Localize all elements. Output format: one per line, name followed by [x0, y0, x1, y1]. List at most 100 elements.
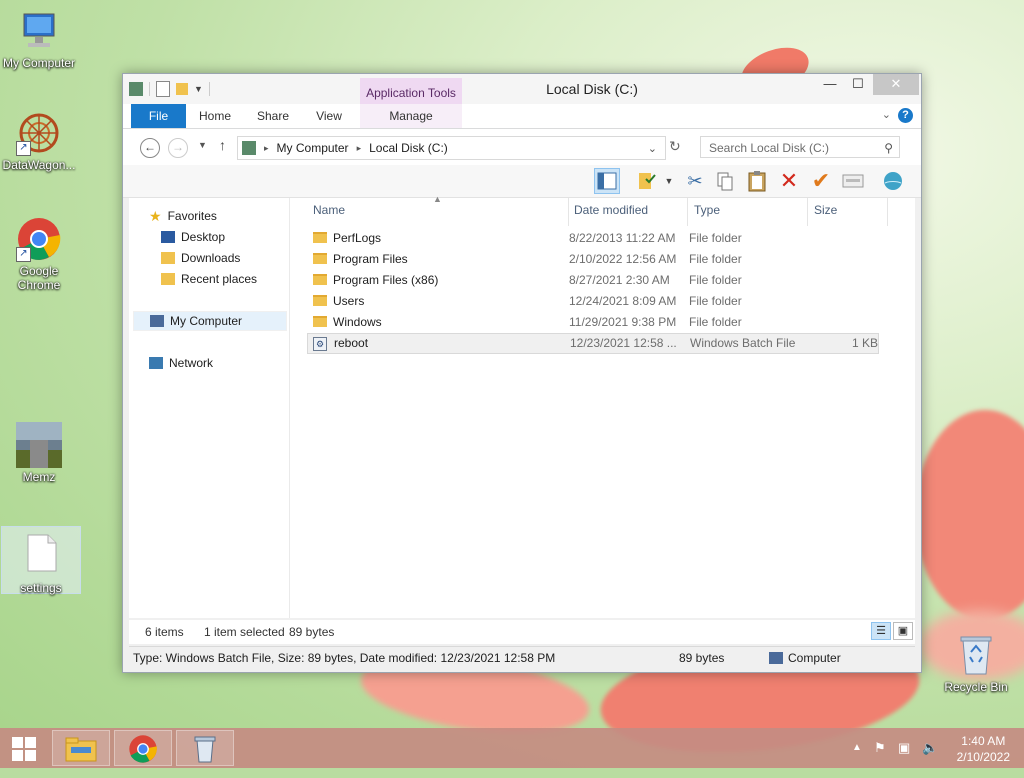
column-header-date[interactable]: Date modified	[568, 198, 688, 226]
minimize-button[interactable]: —	[815, 74, 845, 95]
start-button[interactable]	[0, 730, 48, 766]
breadcrumb-local-disk[interactable]: Local Disk (C:)	[369, 141, 448, 155]
action-center-flag-icon[interactable]: ⚑	[874, 728, 886, 768]
details-text: Type: Windows Batch File, Size: 89 bytes…	[133, 651, 556, 665]
explorer-window: ▼ Application Tools Local Disk (C:) — ☐ …	[122, 73, 922, 673]
nav-recent-places[interactable]: Recent places	[161, 269, 257, 289]
recent-locations-icon[interactable]: ▼	[198, 140, 207, 150]
desktop-icon-recycle-bin[interactable]: Recycle Bin	[936, 632, 1016, 694]
details-bar: Type: Windows Batch File, Size: 89 bytes…	[129, 646, 915, 669]
search-input[interactable]: Search Local Disk (C:) ⚲	[700, 136, 900, 158]
folder-icon	[313, 295, 327, 306]
file-row[interactable]: Program Files (x86) 8/27/2021 2:30 AM Fi…	[307, 270, 879, 291]
navigation-bar: ← → ▼ ↑ ▸ My Computer ▸ Local Disk (C:) …	[123, 129, 921, 165]
select-dropdown-icon[interactable]: ▼	[656, 168, 682, 194]
forward-button[interactable]: →	[168, 138, 188, 158]
column-header-name[interactable]: Name	[307, 198, 569, 226]
delete-icon[interactable]: ✕	[776, 168, 802, 194]
computer-icon	[242, 141, 256, 155]
tab-manage[interactable]: Manage	[360, 104, 462, 128]
navigation-pane: ★ Favorites Desktop Downloads Recent pla…	[129, 198, 290, 618]
nav-desktop[interactable]: Desktop	[161, 227, 225, 247]
desktop-icon-my-computer[interactable]: My Computer	[0, 8, 78, 70]
file-row[interactable]: PerfLogs 8/22/2013 11:22 AM File folder	[307, 228, 879, 249]
maximize-button[interactable]: ☐	[843, 74, 873, 95]
recent-places-icon	[161, 273, 175, 285]
file-row[interactable]: Windows 11/29/2021 9:38 PM File folder	[307, 312, 879, 333]
file-row-selected[interactable]: ⚙ reboot 12/23/2021 12:58 ... Windows Ba…	[307, 333, 879, 354]
network-globe-icon[interactable]	[880, 168, 906, 194]
star-icon: ★	[149, 208, 162, 224]
nav-downloads[interactable]: Downloads	[161, 248, 240, 268]
folder-icon	[313, 232, 327, 243]
network-icon	[149, 357, 163, 369]
file-row[interactable]: Users 12/24/2021 8:09 AM File folder	[307, 291, 879, 312]
details-size: 89 bytes	[679, 651, 725, 665]
desktop-icon-memz[interactable]: Memz	[0, 422, 78, 484]
show-hidden-icons-icon[interactable]: ▲	[852, 728, 862, 768]
content-area: ★ Favorites Desktop Downloads Recent pla…	[129, 194, 915, 618]
file-list: ▲ Name Date modified Type Size PerfLogs …	[301, 194, 915, 618]
desktop-icon-label: settings	[20, 581, 62, 595]
details-view-icon[interactable]: ☰	[871, 622, 891, 640]
column-header-type[interactable]: Type	[688, 198, 808, 226]
nav-network[interactable]: Network	[149, 353, 213, 373]
breadcrumb-separator-icon: ▸	[356, 142, 362, 153]
network-status-icon[interactable]: ▣	[898, 728, 910, 768]
rename-check-icon[interactable]: ✔	[808, 168, 834, 194]
up-button[interactable]: ↑	[219, 137, 226, 153]
system-clock[interactable]: 1:40 AM 2/10/2022	[957, 733, 1010, 765]
search-icon: ⚲	[884, 141, 893, 155]
file-row[interactable]: Program Files 2/10/2022 12:56 AM File fo…	[307, 249, 879, 270]
volume-muted-icon[interactable]: 🔈	[922, 728, 938, 768]
paste-icon[interactable]	[744, 168, 770, 194]
desktop-icon-label: Recycle Bin	[944, 680, 1008, 694]
tab-home[interactable]: Home	[193, 104, 237, 128]
taskbar-file-explorer[interactable]	[52, 730, 110, 766]
desktop-icon-label: DataWagon...	[2, 158, 76, 172]
desktop-icon-datawagon[interactable]: ↗ DataWagon...	[0, 110, 78, 172]
taskbar-recycle-bin[interactable]	[176, 730, 234, 766]
cut-icon[interactable]: ✂	[682, 168, 708, 194]
column-header-size[interactable]: Size	[808, 198, 888, 226]
computer-icon	[150, 315, 164, 327]
tab-share[interactable]: Share	[251, 104, 295, 128]
nav-favorites[interactable]: ★ Favorites	[149, 206, 217, 226]
back-button[interactable]: ←	[140, 138, 160, 158]
expand-ribbon-icon[interactable]: ⌄	[882, 108, 891, 121]
title-bar: ▼ Application Tools Local Disk (C:) — ☐ …	[123, 74, 921, 104]
address-bar[interactable]: ▸ My Computer ▸ Local Disk (C:) ⌄	[237, 136, 666, 160]
desktop-icon-label: Memz	[22, 470, 56, 484]
taskbar-chrome[interactable]	[114, 730, 172, 766]
large-icons-view-icon[interactable]: ▣	[893, 622, 913, 640]
batch-file-icon: ⚙	[313, 337, 327, 351]
address-dropdown-icon[interactable]: ⌄	[648, 142, 657, 155]
recycle-bin-icon	[953, 632, 999, 678]
chrome-icon: ↗	[16, 216, 62, 262]
tab-view[interactable]: View	[309, 104, 349, 128]
close-button[interactable]: ✕	[873, 74, 919, 95]
copy-icon[interactable]	[712, 168, 738, 194]
memz-icon	[16, 422, 62, 468]
desktop-icon-google-chrome[interactable]: ↗ Google Chrome	[0, 216, 78, 292]
item-count: 6 items	[145, 625, 184, 639]
downloads-icon	[161, 252, 175, 264]
breadcrumb-my-computer[interactable]: My Computer	[277, 141, 349, 155]
nav-my-computer[interactable]: My Computer	[133, 311, 287, 331]
tab-file[interactable]: File	[131, 104, 186, 128]
computer-icon	[16, 8, 62, 54]
desktop-icon-settings[interactable]: settings	[1, 526, 81, 595]
command-toolbar: ▼ ✂ ✕ ✔	[123, 165, 921, 198]
datawagon-icon: ↗	[16, 110, 62, 156]
file-explorer-icon	[65, 737, 97, 762]
status-bar: 6 items 1 item selected 89 bytes ☰ ▣	[129, 620, 915, 644]
computer-icon	[769, 652, 783, 664]
properties-icon[interactable]	[840, 168, 866, 194]
selected-count: 1 item selected	[204, 625, 285, 639]
file-icon	[18, 533, 64, 579]
help-icon[interactable]: ?	[898, 108, 913, 123]
breadcrumb-separator-icon: ▸	[264, 142, 269, 153]
refresh-icon[interactable]: ↻	[669, 138, 681, 155]
selected-bytes: 89 bytes	[289, 625, 335, 639]
preview-pane-button[interactable]	[594, 168, 620, 194]
